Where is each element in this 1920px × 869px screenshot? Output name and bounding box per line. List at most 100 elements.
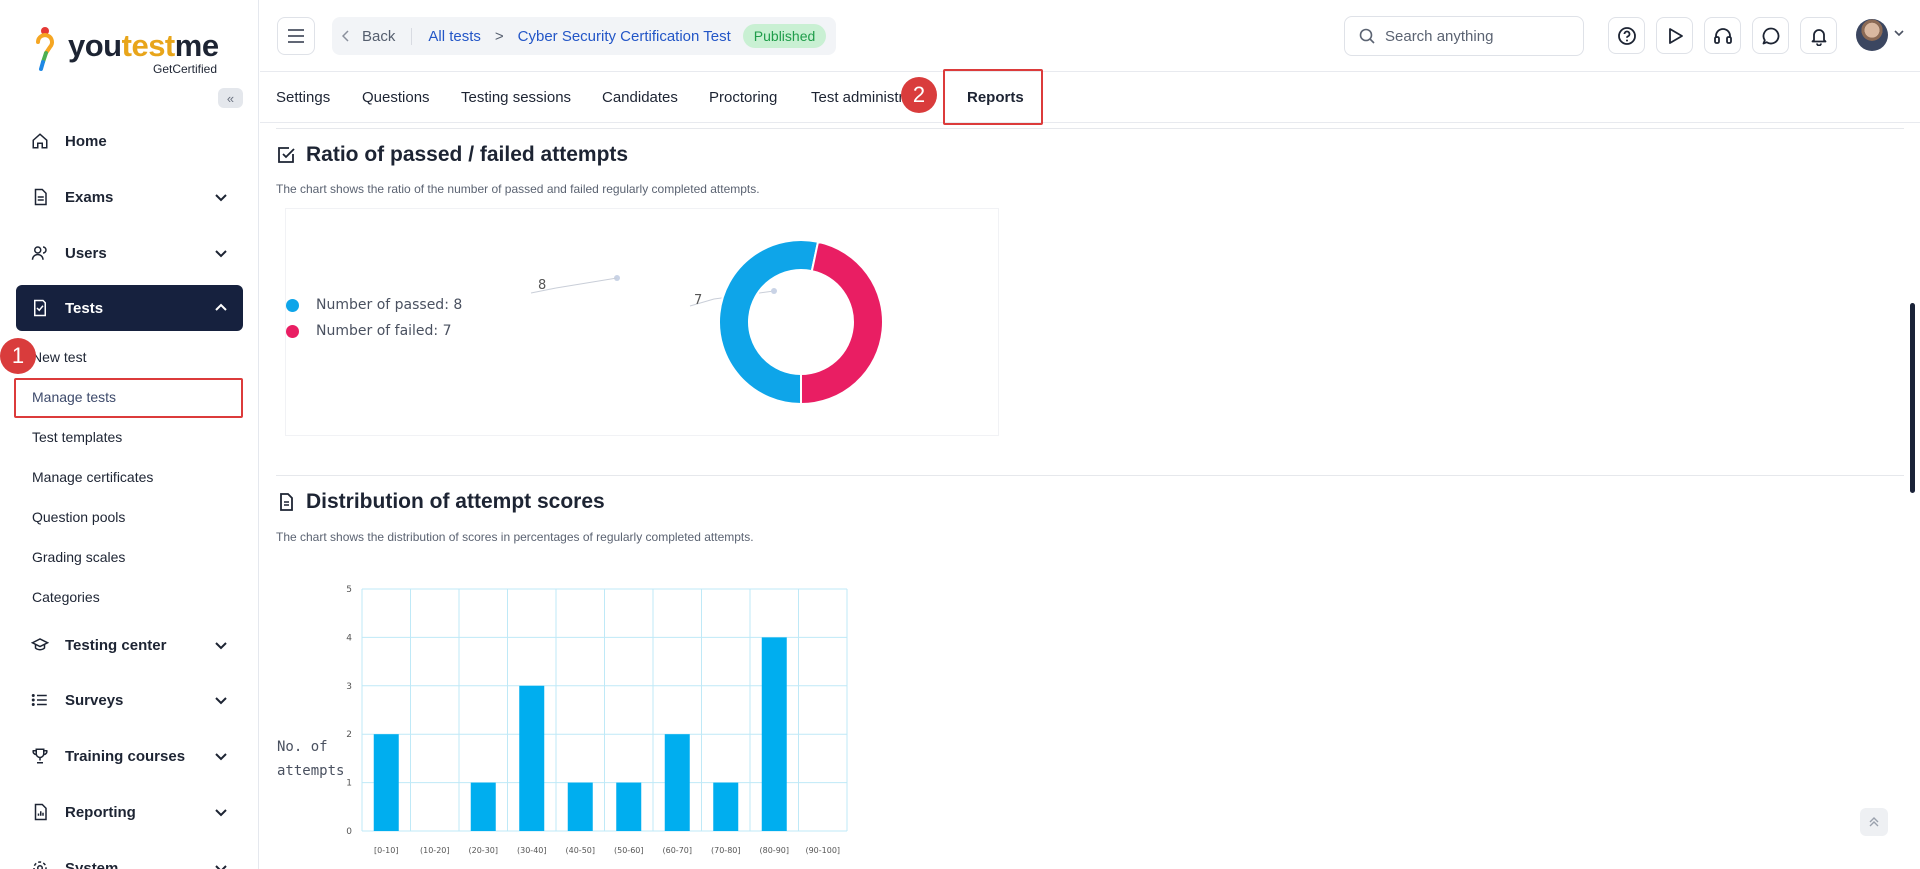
sidebar-item-tests[interactable]: Tests bbox=[16, 285, 243, 331]
top-bar: Back All tests > Cyber Security Certific… bbox=[260, 0, 1920, 72]
help-button[interactable] bbox=[1608, 17, 1645, 54]
support-button[interactable] bbox=[1704, 17, 1741, 54]
bar[interactable] bbox=[470, 782, 496, 831]
sidebar-subitem-new-test[interactable]: New test bbox=[32, 349, 86, 365]
hamburger-menu-button[interactable] bbox=[277, 17, 315, 55]
sidebar-item-training-courses[interactable]: Training courses bbox=[16, 733, 243, 779]
sidebar-item-label: Surveys bbox=[65, 691, 124, 709]
breadcrumb: Back All tests > Cyber Security Certific… bbox=[332, 17, 837, 55]
sidebar-item-users[interactable]: Users bbox=[16, 230, 243, 276]
sidebar-item-label: System bbox=[65, 859, 119, 869]
y-tick-label: 2 bbox=[346, 730, 352, 740]
label-leader-passed-2 bbox=[555, 277, 618, 289]
sidebar-subitem-question-pools[interactable]: Question pools bbox=[32, 509, 125, 525]
notifications-button[interactable] bbox=[1800, 17, 1837, 54]
label-anchor-failed bbox=[771, 288, 777, 294]
tab-test-administration[interactable]: Test administration bbox=[811, 89, 915, 106]
tab-proctoring[interactable]: Proctoring bbox=[709, 89, 777, 106]
bar-chart: No. of attempts 0 1 2 3 4 5 [0-10] (10-20] (20-… bbox=[277, 585, 848, 855]
step-marker-1: 1 bbox=[0, 338, 36, 374]
collapse-sidebar-button[interactable]: « bbox=[218, 88, 243, 108]
sidebar-item-system[interactable]: System bbox=[16, 845, 243, 869]
section-title-text: Ratio of passed / failed attempts bbox=[306, 143, 629, 166]
y-tick-label: 4 bbox=[346, 633, 352, 643]
x-tick-label: (20-30] bbox=[469, 846, 499, 855]
chat-button[interactable] bbox=[1752, 17, 1789, 54]
donut-chart: 8 7 bbox=[530, 239, 884, 406]
sidebar-subitem-categories[interactable]: Categories bbox=[32, 589, 100, 605]
section-description: The chart shows the ratio of the number … bbox=[276, 182, 760, 196]
chevron-down-icon bbox=[215, 865, 227, 869]
section-title-text: Distribution of attempt scores bbox=[306, 490, 605, 513]
divider bbox=[276, 475, 1904, 476]
tab-testing-sessions[interactable]: Testing sessions bbox=[461, 89, 571, 106]
tab-reports[interactable]: Reports bbox=[967, 89, 1024, 106]
x-tick-label: (90-100] bbox=[805, 846, 840, 855]
sidebar-item-label: Home bbox=[65, 132, 107, 150]
tab-questions[interactable]: Questions bbox=[362, 89, 430, 106]
logo[interactable]: youtestme GetCertified bbox=[34, 24, 234, 76]
step-marker-2: 2 bbox=[901, 77, 937, 113]
bar[interactable] bbox=[519, 685, 545, 831]
back-button[interactable]: Back bbox=[342, 27, 413, 45]
chevron-left-icon bbox=[342, 30, 349, 42]
help-icon bbox=[1617, 26, 1636, 45]
sidebar-item-home[interactable]: Home bbox=[16, 118, 243, 164]
sidebar-item-reporting[interactable]: Reporting bbox=[16, 789, 243, 835]
scroll-to-top-button[interactable] bbox=[1860, 808, 1888, 836]
sidebar-subitem-manage-certificates[interactable]: Manage certificates bbox=[32, 469, 153, 485]
breadcrumb-all-tests[interactable]: All tests bbox=[428, 28, 481, 45]
scrollbar-thumb[interactable] bbox=[1910, 303, 1915, 493]
tab-settings[interactable]: Settings bbox=[276, 89, 330, 106]
sidebar-item-label: Training courses bbox=[65, 747, 186, 765]
search-icon bbox=[1359, 28, 1375, 44]
chevron-down-icon[interactable] bbox=[1894, 29, 1904, 37]
x-tick-label: (10-20] bbox=[420, 846, 450, 855]
x-tick-label: (70-80] bbox=[711, 846, 741, 855]
document-icon bbox=[280, 493, 293, 511]
home-icon bbox=[30, 131, 50, 151]
chat-icon bbox=[1762, 27, 1779, 44]
sidebar-item-surveys[interactable]: Surveys bbox=[16, 677, 243, 723]
sidebar-item-label: Users bbox=[65, 244, 107, 262]
bar[interactable] bbox=[616, 782, 642, 831]
bar[interactable] bbox=[713, 782, 739, 831]
highlight-manage-tests bbox=[14, 378, 243, 418]
section-title-ratio: Ratio of passed / failed attempts bbox=[276, 143, 628, 167]
sidebar-item-exams[interactable]: Exams bbox=[16, 174, 243, 220]
bar-series: [0-10] (10-20] (20-30] (30-40] (40-50] (50-60… bbox=[373, 637, 840, 855]
play-button[interactable] bbox=[1656, 17, 1693, 54]
pie-slice-failed[interactable] bbox=[800, 240, 884, 406]
avatar[interactable] bbox=[1856, 19, 1888, 51]
x-tick-label: [0-10] bbox=[374, 846, 398, 855]
back-label: Back bbox=[362, 27, 396, 45]
breadcrumb-test-name[interactable]: Cyber Security Certification Test bbox=[518, 28, 731, 45]
y-tick-label: 0 bbox=[346, 827, 352, 837]
sidebar-subitem-test-templates[interactable]: Test templates bbox=[32, 429, 122, 445]
pie-slices bbox=[718, 239, 884, 406]
bell-icon bbox=[1811, 28, 1826, 46]
tab-candidates[interactable]: Candidates bbox=[602, 89, 678, 106]
tab-bar: Settings Questions Testing sessions Cand… bbox=[260, 69, 1920, 125]
bar[interactable] bbox=[664, 734, 690, 831]
tabs-scroll-area: Settings Questions Testing sessions Cand… bbox=[260, 73, 915, 123]
y-tick-label: 5 bbox=[346, 585, 352, 595]
users-icon bbox=[30, 243, 50, 263]
logo-subtitle: GetCertified bbox=[153, 62, 218, 76]
section-description: The chart shows the distribution of scor… bbox=[276, 530, 754, 544]
headset-icon bbox=[1713, 27, 1732, 44]
bar[interactable] bbox=[373, 734, 399, 831]
sidebar-subitem-grading-scales[interactable]: Grading scales bbox=[32, 549, 125, 565]
list-icon bbox=[30, 690, 50, 710]
checkbox-icon bbox=[278, 147, 295, 163]
data-label-passed: 8 bbox=[538, 278, 546, 293]
bar[interactable] bbox=[567, 782, 593, 831]
chevron-down-icon bbox=[215, 194, 227, 202]
bar[interactable] bbox=[761, 637, 787, 831]
search-input[interactable]: Search anything bbox=[1344, 16, 1584, 56]
y-tick-label: 1 bbox=[346, 779, 352, 789]
test-icon bbox=[30, 298, 50, 318]
graduation-icon bbox=[30, 635, 50, 655]
section-title-distribution: Distribution of attempt scores bbox=[276, 490, 605, 514]
sidebar-item-testing-center[interactable]: Testing center bbox=[16, 622, 243, 668]
